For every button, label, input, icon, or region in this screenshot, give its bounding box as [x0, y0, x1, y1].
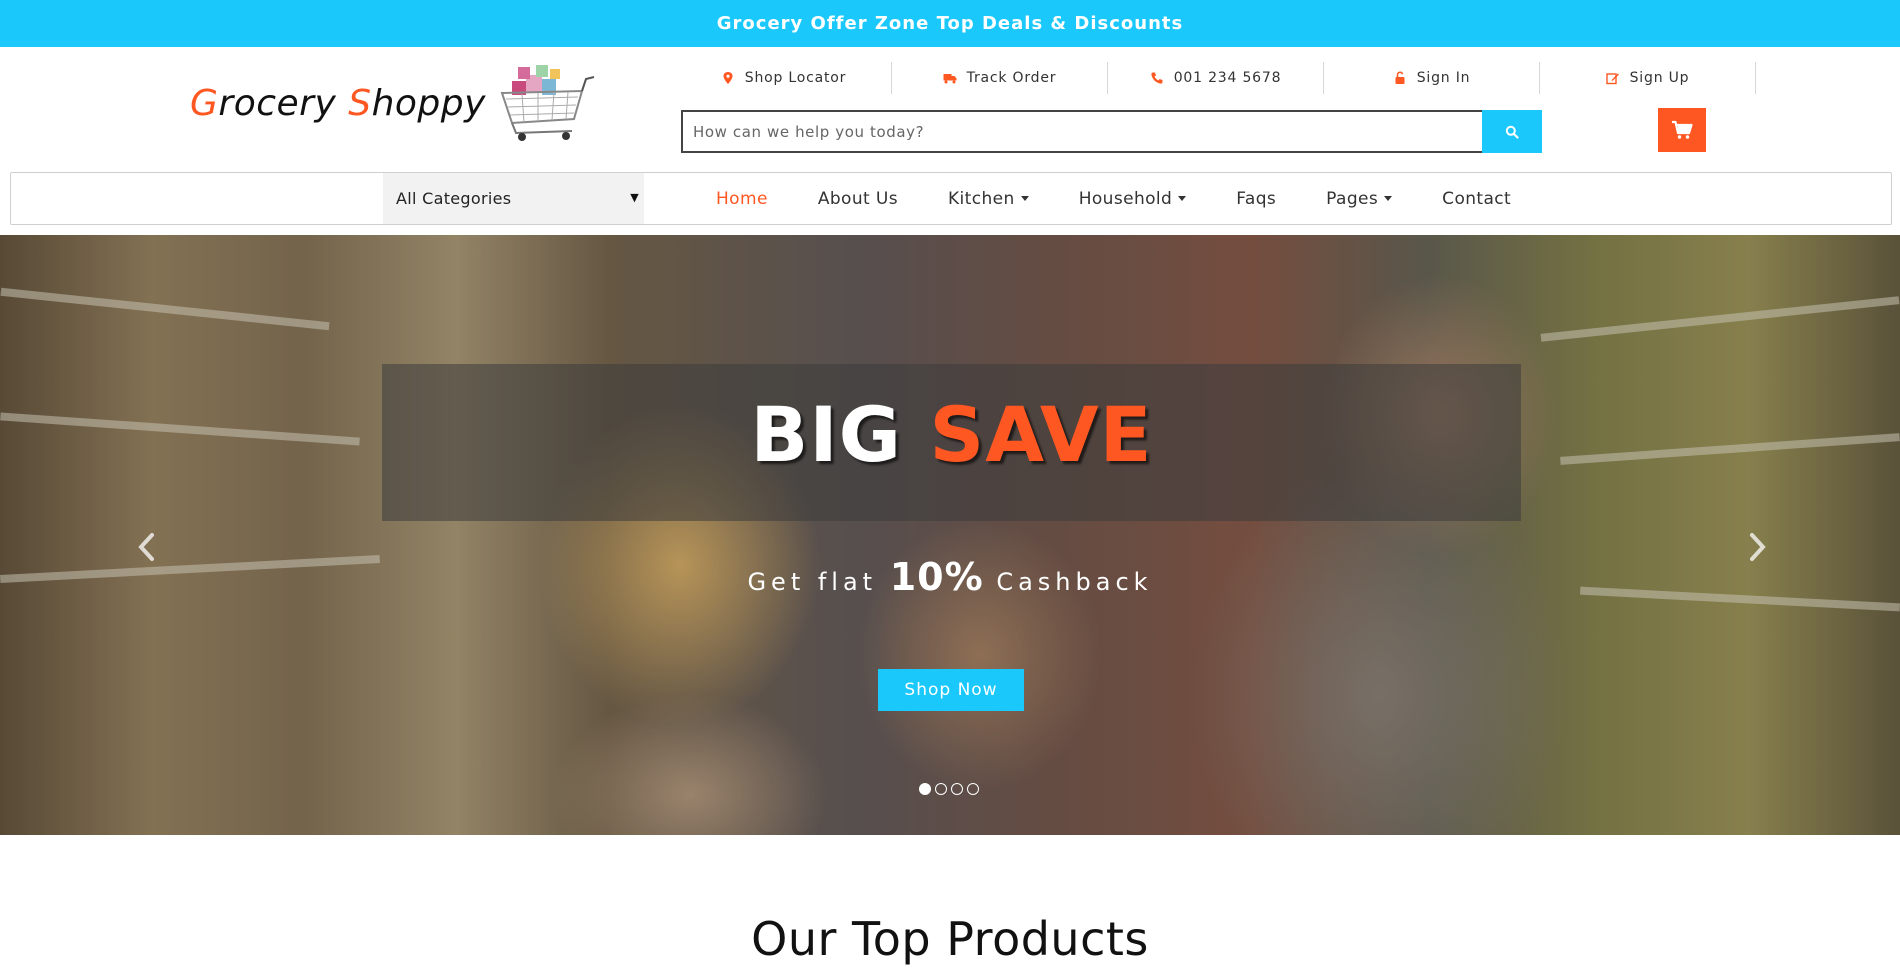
nav-household[interactable]: Household [1079, 189, 1187, 209]
sign-in-link[interactable]: Sign In [1324, 62, 1540, 94]
phone-number: 001 234 5678 [1173, 70, 1282, 86]
hero-overlay [0, 235, 1900, 835]
phone-icon [1151, 72, 1163, 84]
shop-locator-link[interactable]: Shop Locator [676, 62, 892, 94]
category-select-value: All Categories [396, 189, 512, 208]
offer-text: Grocery Offer Zone Top Deals & Discounts [716, 13, 1184, 34]
header-links: Shop Locator Track Order 001 234 5678 Si… [676, 62, 1756, 94]
search-form [681, 110, 1542, 153]
slider-dot[interactable] [919, 783, 931, 795]
hero-title: BIG SAVE [750, 390, 1153, 479]
shopping-cart-logo-icon [500, 65, 595, 141]
shop-now-button[interactable]: Shop Now [878, 669, 1024, 711]
dropdown-caret-icon [1384, 196, 1393, 201]
select-caret-icon: ▼ [630, 191, 639, 204]
slider-dot[interactable] [935, 783, 947, 795]
nav-about-us[interactable]: About Us [818, 189, 898, 209]
unlock-icon [1395, 71, 1405, 84]
site-logo[interactable]: Grocery Shoppy [190, 60, 596, 146]
search-input[interactable] [681, 110, 1482, 153]
nav-contact[interactable]: Contact [1442, 189, 1511, 209]
shop-locator-label: Shop Locator [744, 70, 847, 86]
phone-link[interactable]: 001 234 5678 [1108, 62, 1324, 94]
cart-icon [1672, 120, 1693, 139]
search-button[interactable] [1482, 110, 1542, 153]
cart-button[interactable] [1658, 108, 1706, 152]
map-marker-icon [723, 72, 733, 84]
hero-slider: BIG SAVE Get flat 10% Cashback Shop Now [0, 235, 1900, 835]
prev-slide-arrow-icon[interactable] [132, 527, 162, 567]
hero-subtitle: Get flat 10% Cashback [747, 555, 1153, 599]
sign-up-label: Sign Up [1629, 70, 1690, 86]
offer-bar: Grocery Offer Zone Top Deals & Discounts [0, 0, 1900, 47]
slider-dot[interactable] [967, 783, 979, 795]
main-navbar: All Categories ▼ Home About Us Kitchen H… [10, 172, 1892, 225]
nav-pages[interactable]: Pages [1326, 189, 1393, 209]
main-menu: Home About Us Kitchen Household Faqs Pag… [716, 173, 1561, 224]
logo-text: Grocery Shoppy [190, 82, 486, 124]
track-order-label: Track Order [966, 70, 1057, 86]
search-icon [1505, 125, 1519, 139]
nav-faqs[interactable]: Faqs [1236, 189, 1276, 209]
slider-dots [919, 783, 983, 795]
sign-in-label: Sign In [1416, 70, 1471, 86]
slider-dot[interactable] [951, 783, 963, 795]
nav-home[interactable]: Home [716, 189, 768, 209]
sign-up-link[interactable]: Sign Up [1540, 62, 1756, 94]
track-order-link[interactable]: Track Order [892, 62, 1108, 94]
section-title: Our Top Products [751, 912, 1149, 966]
edit-icon [1605, 73, 1619, 85]
category-select[interactable]: All Categories ▼ [383, 173, 644, 224]
next-slide-arrow-icon[interactable] [1742, 527, 1772, 567]
dropdown-caret-icon [1178, 196, 1187, 201]
truck-icon [943, 74, 957, 84]
dropdown-caret-icon [1020, 196, 1029, 201]
nav-kitchen[interactable]: Kitchen [948, 189, 1029, 209]
